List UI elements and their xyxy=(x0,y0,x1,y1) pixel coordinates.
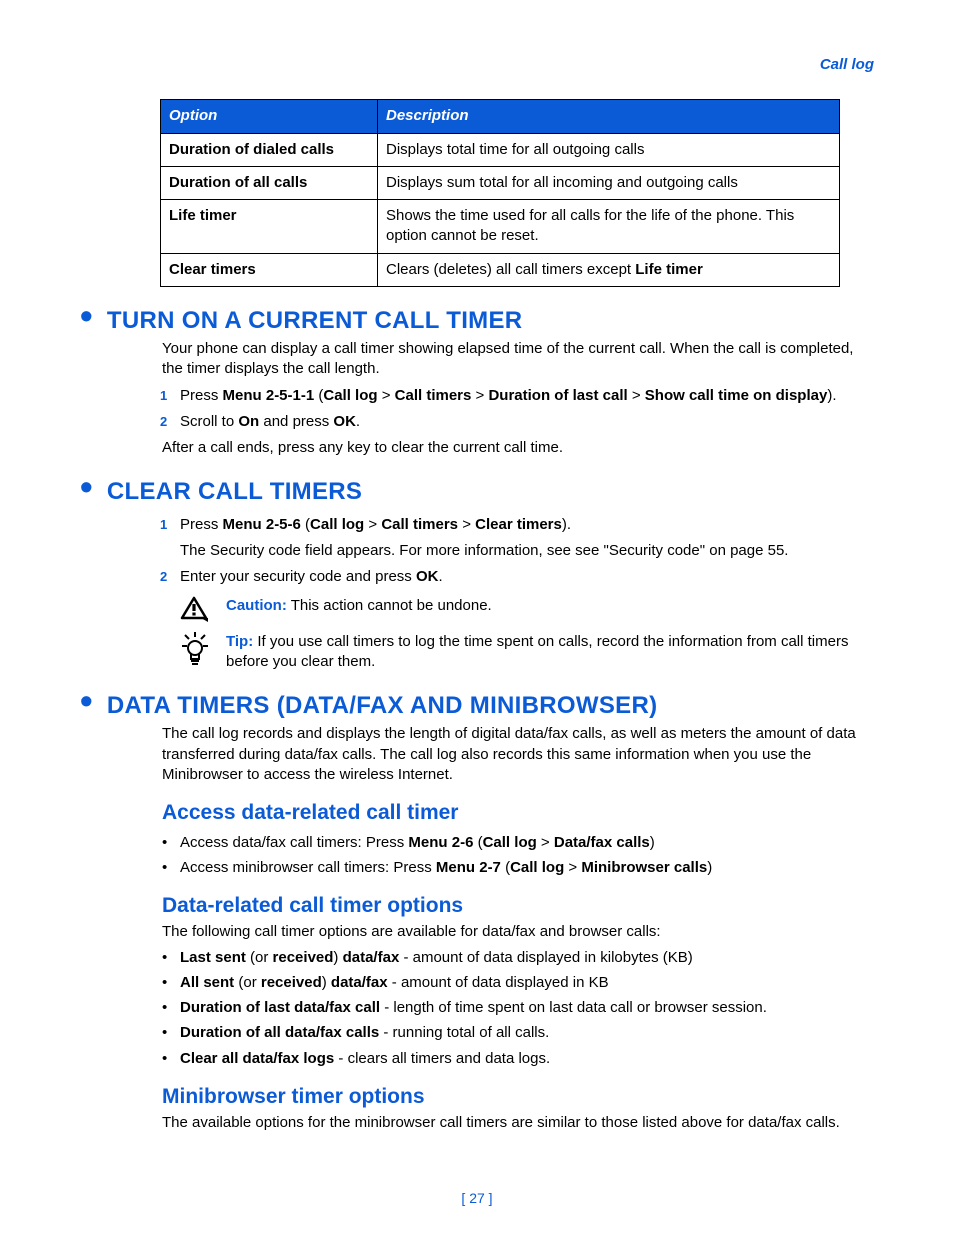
caution-note: Caution: This action cannot be undone. xyxy=(80,596,874,624)
page-header-section: Call log xyxy=(80,55,874,75)
subheading-minibrowser: Minibrowser timer options xyxy=(80,1083,874,1111)
options-table: Option Description Duration of dialed ca… xyxy=(160,99,840,287)
table-cell-option: Duration of dialed calls xyxy=(161,133,378,166)
list-item: 1 Press Menu 2-5-1-1 (Call log > Call ti… xyxy=(180,386,874,406)
list-item: 2 Scroll to On and press OK. xyxy=(180,412,874,432)
sec1-intro: Your phone can display a call timer show… xyxy=(80,339,874,380)
caution-icon xyxy=(180,596,214,624)
table-cell-option: Clear timers xyxy=(161,253,378,286)
sec1-after: After a call ends, press any key to clea… xyxy=(80,438,874,458)
table-header-option: Option xyxy=(161,100,378,133)
table-cell-desc: Clears (deletes) all call timers except … xyxy=(378,253,840,286)
list-item: 2 Enter your security code and press OK. xyxy=(180,567,874,587)
table-row: Life timer Shows the time used for all c… xyxy=(161,200,840,254)
table-row: Clear timers Clears (deletes) all call t… xyxy=(161,253,840,286)
list-item: Access data/fax call timers: Press Menu … xyxy=(180,833,874,853)
table-cell-option: Life timer xyxy=(161,200,378,254)
heading-turn-on-timer: • TURN ON A CURRENT CALL TIMER xyxy=(80,305,874,337)
heading-data-timers: • DATA TIMERS (DATA/FAX AND MINIBROWSER) xyxy=(80,690,874,722)
sec3-intro: The call log records and displays the le… xyxy=(80,724,874,785)
heading-clear-timers: • CLEAR CALL TIMERS xyxy=(80,476,874,508)
list-item: Clear all data/fax logs - clears all tim… xyxy=(180,1049,874,1069)
caution-label: Caution: xyxy=(226,597,287,614)
tip-text: If you use call timers to log the time s… xyxy=(226,633,848,670)
list-item: Last sent (or received) data/fax - amoun… xyxy=(180,948,874,968)
list-sub-text: The Security code field appears. For mor… xyxy=(180,541,874,561)
list-item: All sent (or received) data/fax - amount… xyxy=(180,973,874,993)
lightbulb-icon xyxy=(180,632,214,666)
sub2-intro: The following call timer options are ava… xyxy=(80,922,874,942)
list-item: Access minibrowser call timers: Press Me… xyxy=(180,858,874,878)
table-row: Duration of all calls Displays sum total… xyxy=(161,166,840,199)
tip-note: Tip: If you use call timers to log the t… xyxy=(80,632,874,673)
subheading-data-options: Data-related call timer options xyxy=(80,892,874,920)
table-row: Duration of dialed calls Displays total … xyxy=(161,133,840,166)
table-header-description: Description xyxy=(378,100,840,133)
list-item: 1 Press Menu 2-5-6 (Call log > Call time… xyxy=(180,515,874,562)
table-cell-desc: Displays total time for all outgoing cal… xyxy=(378,133,840,166)
table-cell-option: Duration of all calls xyxy=(161,166,378,199)
bullet-icon: • xyxy=(80,688,93,714)
bullet-icon: • xyxy=(80,303,93,329)
table-cell-desc: Shows the time used for all calls for th… xyxy=(378,200,840,254)
bullet-icon: • xyxy=(80,474,93,500)
sub3-text: The available options for the minibrowse… xyxy=(80,1113,874,1133)
tip-label: Tip: xyxy=(226,633,253,650)
table-cell-desc: Displays sum total for all incoming and … xyxy=(378,166,840,199)
caution-text: This action cannot be undone. xyxy=(287,597,492,614)
page-number: [ 27 ] xyxy=(0,1189,954,1208)
list-item: Duration of last data/fax call - length … xyxy=(180,998,874,1018)
list-item: Duration of all data/fax calls - running… xyxy=(180,1023,874,1043)
subheading-access-timer: Access data-related call timer xyxy=(80,799,874,827)
